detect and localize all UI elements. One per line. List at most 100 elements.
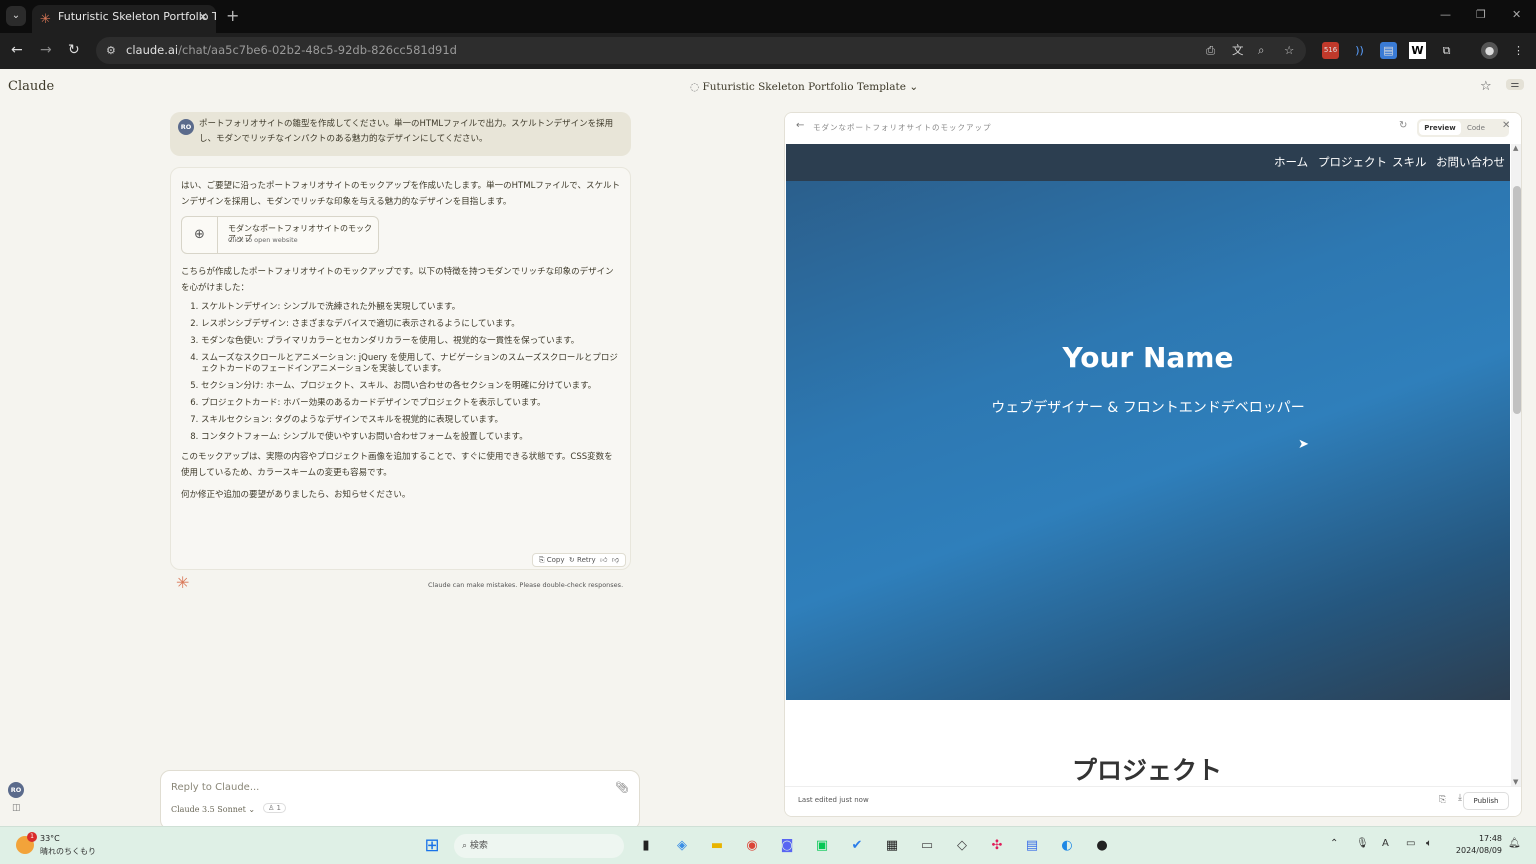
disclaimer: Claude can make mistakes. Please double-…: [428, 581, 624, 589]
user-avatar: RO: [178, 119, 194, 135]
address-bar[interactable]: ⚙ claude.ai/chat/aa5c7be6-02b2-48c5-92db…: [96, 37, 1306, 64]
volume-icon[interactable]: 🔈︎: [1426, 838, 1432, 849]
scroll-up-icon[interactable]: ▲: [1513, 144, 1518, 152]
sidebar-toggle-icon[interactable]: ◫: [12, 803, 21, 813]
task-view-icon[interactable]: ▮: [636, 836, 656, 856]
tab-close-icon[interactable]: ✕: [198, 5, 208, 29]
profile-avatar-icon[interactable]: ●: [1481, 42, 1498, 59]
restore-window-button[interactable]: ❐: [1476, 8, 1486, 21]
reload-icon[interactable]: ↻: [68, 42, 80, 58]
windows-taskbar: 1 33°C 晴れのちくもり ⊞ ⌕ 検索 ▮ ◈ ▬ ◉ ◙ ▣ ✔ ▦ ▭ …: [0, 826, 1536, 864]
browser-toolbar: ← → ↻ ⚙ claude.ai/chat/aa5c7be6-02b2-48c…: [0, 33, 1536, 69]
taskbar-clock[interactable]: 17:48 2024/08/09: [1454, 833, 1502, 857]
message-actions: ⎘ Copy ↻ Retry 👍︎ 👎︎: [531, 553, 626, 567]
close-window-button[interactable]: ✕: [1512, 8, 1521, 21]
download-arrow-icon[interactable]: ⤓: [1458, 793, 1462, 803]
word-extension-icon[interactable]: W: [1409, 42, 1426, 59]
todo-check-icon[interactable]: ✔: [847, 836, 867, 856]
minimize-window-button[interactable]: —: [1440, 8, 1451, 21]
star-chat-icon[interactable]: ☆: [1480, 79, 1492, 94]
clock-date: 2024/08/09: [1455, 846, 1502, 855]
reply-lead: こちらが作成したポートフォリオサイトのモックアップです。以下の特徴を持つモダンで…: [181, 267, 614, 293]
audio-extension-icon[interactable]: )): [1351, 42, 1368, 59]
forward-icon[interactable]: →: [40, 42, 52, 58]
new-extension-icon[interactable]: ▤: [1380, 42, 1397, 59]
new-tab-button[interactable]: +: [226, 6, 239, 25]
translate-icon[interactable]: 文: [1232, 37, 1244, 64]
back-arrow-icon[interactable]: ←: [796, 120, 804, 131]
edge-icon[interactable]: ◐: [1057, 836, 1077, 856]
browser-tab-active[interactable]: ✳ Futuristic Skeleton Portfolio Ten ✕: [32, 5, 216, 33]
user-message-text: ポートフォリオサイトの雛型を作成してください。単一のHTMLファイルで出力。スケ…: [199, 119, 614, 144]
chat-title-text: Futuristic Skeleton Portfolio Template ⌄: [702, 81, 919, 93]
artifact-card[interactable]: ⊕ モダンなポートフォリオサイトのモックアップ Click to open we…: [181, 216, 379, 254]
claude-logo[interactable]: Claude: [8, 79, 54, 94]
extensions-puzzle-icon[interactable]: ⧉: [1438, 42, 1455, 59]
artifact-card-subtitle: Click to open website: [228, 236, 298, 244]
install-app-icon[interactable]: ⎙: [1206, 37, 1215, 64]
bookmark-star-icon[interactable]: ☆: [1284, 37, 1294, 64]
zoom-icon[interactable]: ⌕: [1258, 37, 1264, 64]
windows-start-icon[interactable]: ⊞: [422, 836, 442, 856]
claude-spark-icon: ✳: [176, 573, 190, 592]
network-icon[interactable]: ▭: [1406, 838, 1415, 849]
nav-link-contact[interactable]: お問い合わせ: [1436, 154, 1505, 170]
ime-indicator-icon[interactable]: A: [1382, 838, 1389, 849]
obsidian-icon[interactable]: ◇: [952, 836, 972, 856]
slack-icon[interactable]: ✣: [987, 836, 1007, 856]
tab-code[interactable]: Code: [1467, 121, 1485, 135]
scrollbar-thumb[interactable]: [1513, 186, 1521, 414]
weather-temp[interactable]: 33°C: [40, 834, 60, 843]
microphone-icon[interactable]: 🎙︎: [1356, 838, 1369, 849]
nav-link-home[interactable]: ホーム: [1274, 154, 1308, 170]
calendar-icon[interactable]: ▦: [882, 836, 902, 856]
tab-preview[interactable]: Preview: [1419, 121, 1461, 135]
discord-icon[interactable]: ◙: [777, 836, 797, 856]
file-explorer-icon[interactable]: ▬: [707, 836, 727, 856]
notepad-icon[interactable]: ▤: [1022, 836, 1042, 856]
nav-link-projects[interactable]: プロジェクト: [1318, 154, 1387, 170]
screenshot-icon[interactable]: ▭: [917, 836, 937, 856]
sidebar-user-avatar[interactable]: RO: [8, 777, 24, 798]
nav-link-skills[interactable]: スキル: [1392, 154, 1427, 170]
user-message: RO ポートフォリオサイトの雛型を作成してください。単一のHTMLファイルで出力…: [170, 112, 631, 156]
chrome-icon[interactable]: ◉: [742, 836, 762, 856]
weather-condition[interactable]: 晴れのちくもり: [40, 846, 96, 857]
model-selector[interactable]: Claude 3.5 Sonnet ⌄: [171, 805, 255, 814]
list-item: スケルトンデザイン: シンプルで洗練された外観を実現しています。: [201, 302, 620, 313]
search-icon: ⌕: [462, 841, 468, 851]
list-item: レスポンシブデザイン: さまざまなデバイスで適切に表示されるようにしています。: [201, 319, 620, 330]
site-info-icon[interactable]: ⚙: [106, 37, 116, 64]
copy-button[interactable]: ⎘ Copy: [539, 556, 565, 564]
artifact-header: ← モダンなポートフォリオサイトのモックアップ ↻ Preview Code ✕: [785, 113, 1521, 143]
close-icon[interactable]: ✕: [1502, 120, 1510, 131]
weather-badge: 1: [27, 832, 37, 842]
notification-bell-icon[interactable]: 🔔︎: [1508, 838, 1521, 849]
back-icon[interactable]: ←: [11, 42, 23, 58]
settings-sliders-icon[interactable]: ⚌: [1506, 79, 1524, 90]
copilot-icon[interactable]: ◈: [672, 836, 692, 856]
scroll-down-icon[interactable]: ▼: [1513, 778, 1518, 786]
publish-button[interactable]: Publish: [1463, 792, 1509, 810]
browser-menu-icon[interactable]: ⋮: [1510, 42, 1527, 59]
reply-outro: このモックアップは、実際の内容やプロジェクト画像を追加することで、すぐに使用でき…: [181, 452, 613, 478]
artifact-footer: Last edited just now ⎘ Publish: [785, 786, 1521, 816]
tray-chevron-icon[interactable]: ⌃: [1330, 838, 1338, 849]
thumbs-up-icon[interactable]: 👍︎: [600, 556, 607, 564]
thumbs-down-icon[interactable]: 👎︎: [612, 556, 619, 564]
extension-badge-icon[interactable]: 516: [1322, 42, 1339, 59]
preview-scrollbar[interactable]: ▲ ▼: [1511, 144, 1521, 786]
recording-app-icon[interactable]: ●: [1092, 836, 1112, 856]
reply-composer[interactable]: Reply to Claude... 📎︎ Claude 3.5 Sonnet …: [160, 770, 640, 830]
tab-search-menu-button[interactable]: ⌄: [6, 6, 26, 26]
copy-icon: ⎘: [538, 556, 545, 564]
chat-title-dropdown[interactable]: ◌ Futuristic Skeleton Portfolio Template…: [690, 81, 918, 93]
line-icon[interactable]: ▣: [812, 836, 832, 856]
retry-button[interactable]: ↻ Retry: [569, 556, 596, 564]
reply-intro: はい、ご要望に沿ったポートフォリオサイトのモックアップを作成いたします。単一のH…: [181, 181, 620, 207]
attach-paperclip-icon[interactable]: 📎︎: [615, 781, 629, 794]
taskbar-search[interactable]: ⌕ 検索: [454, 834, 624, 858]
attachment-count[interactable]: ♙ 1: [263, 803, 286, 813]
copy-artifact-icon[interactable]: ⎘: [1439, 795, 1446, 805]
refresh-icon[interactable]: ↻: [1399, 120, 1407, 131]
